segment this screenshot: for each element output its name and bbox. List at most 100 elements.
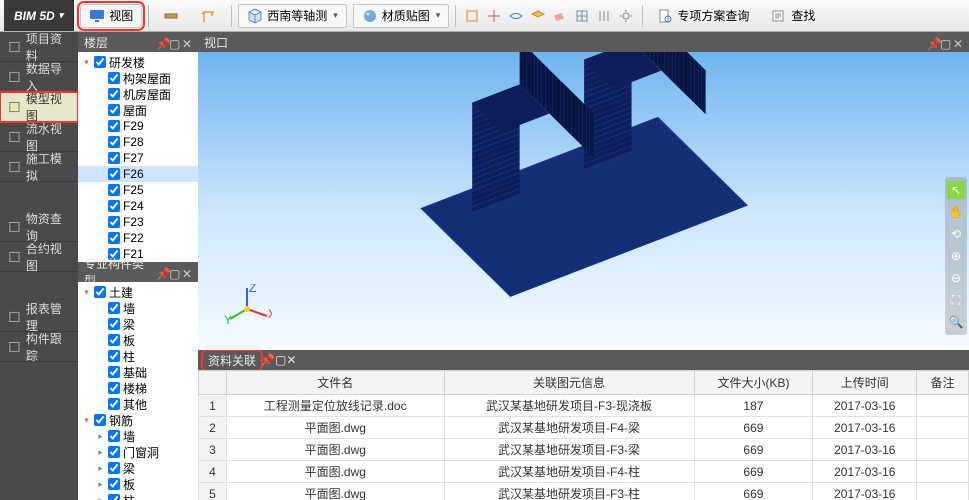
- tree-checkbox[interactable]: [108, 366, 120, 378]
- tree-row[interactable]: 楼梯: [78, 380, 198, 396]
- comp-tree[interactable]: ▾土建墙梁板柱基础楼梯其他▾钢筋▸墙▸门窗洞▸梁▸板▸柱▸基础: [78, 282, 198, 500]
- sidebar-item-contract-view[interactable]: 合约视图: [0, 242, 78, 272]
- twisty-icon[interactable]: ▸: [96, 447, 105, 458]
- dock-icon[interactable]: ▢: [940, 37, 950, 47]
- tree-row[interactable]: 基础: [78, 364, 198, 380]
- tool-btn-7[interactable]: [594, 4, 614, 28]
- tree-row[interactable]: 板: [78, 332, 198, 348]
- tree-row[interactable]: 柱: [78, 348, 198, 364]
- sidebar-item-mat-query[interactable]: 物资查询: [0, 212, 78, 242]
- tree-row[interactable]: F27: [78, 150, 198, 166]
- pin-icon[interactable]: 📌: [260, 353, 275, 367]
- tree-checkbox[interactable]: [108, 72, 120, 84]
- spec-query-button[interactable]: 专项方案查询: [649, 4, 757, 28]
- sidebar-item-flow-view[interactable]: 流水视图: [0, 122, 78, 152]
- col-header[interactable]: 文件名: [227, 371, 445, 395]
- tree-checkbox[interactable]: [108, 168, 120, 180]
- tree-checkbox[interactable]: [108, 318, 120, 330]
- find-button[interactable]: 查找: [763, 4, 823, 28]
- tree-checkbox[interactable]: [108, 494, 120, 500]
- crane-button[interactable]: [193, 4, 225, 28]
- table-row[interactable]: 1工程测量定位放线记录.doc武汉某基地研发项目-F3-现浇板1872017-0…: [199, 395, 969, 417]
- twisty-icon[interactable]: ▾: [82, 287, 91, 298]
- sidebar-item-model-view[interactable]: 模型视图: [0, 92, 78, 122]
- col-header[interactable]: 备注: [917, 371, 969, 395]
- tree-checkbox[interactable]: [108, 120, 120, 132]
- tree-row[interactable]: F26: [78, 166, 198, 182]
- tree-row[interactable]: ▾钢筋: [78, 412, 198, 428]
- orbit-tool[interactable]: ⟲: [947, 225, 965, 243]
- pin-icon[interactable]: 📌: [927, 37, 937, 47]
- material-map-dropdown[interactable]: 材质贴图 ▾: [353, 4, 450, 28]
- tree-row[interactable]: F22: [78, 230, 198, 246]
- sidebar-item-const-sim[interactable]: 施工模拟: [0, 152, 78, 182]
- tree-row[interactable]: 构架屋面: [78, 70, 198, 86]
- tree-checkbox[interactable]: [108, 382, 120, 394]
- tree-checkbox[interactable]: [108, 478, 120, 490]
- zoom-in-tool[interactable]: ⊕: [947, 247, 965, 265]
- tree-row[interactable]: 机房屋面: [78, 86, 198, 102]
- tree-checkbox[interactable]: [108, 152, 120, 164]
- close-icon[interactable]: ✕: [182, 37, 192, 47]
- sidebar-item-project-data[interactable]: 项目资料: [0, 32, 78, 62]
- viewport-3d[interactable]: X Y Z ↖ ✋ ⟲ ⊕ ⊖ ⛶ 🔍: [198, 52, 969, 350]
- tree-row[interactable]: ▸板: [78, 476, 198, 492]
- app-brand[interactable]: BIM 5D ▾: [4, 0, 74, 31]
- sidebar-item-comp-track[interactable]: 构件跟踪: [0, 332, 78, 362]
- tree-row[interactable]: F25: [78, 182, 198, 198]
- col-header[interactable]: 文件大小(KB): [694, 371, 813, 395]
- tree-row[interactable]: ▸柱: [78, 492, 198, 500]
- twisty-icon[interactable]: ▾: [82, 57, 91, 68]
- tree-row[interactable]: ▸门窗洞: [78, 444, 198, 460]
- tool-btn-6[interactable]: [572, 4, 592, 28]
- zoom-window-tool[interactable]: 🔍: [947, 313, 965, 331]
- tree-row[interactable]: ▾土建: [78, 284, 198, 300]
- floors-tree[interactable]: ▾研发楼构架屋面机房屋面屋面F29F28F27F26F25F24F23F22F2…: [78, 52, 198, 262]
- tree-checkbox[interactable]: [108, 184, 120, 196]
- dock-icon[interactable]: ▢: [169, 267, 179, 277]
- col-header[interactable]: 关联图元信息: [444, 371, 694, 395]
- tree-checkbox[interactable]: [108, 216, 120, 228]
- col-header[interactable]: 上传时间: [813, 371, 917, 395]
- tree-checkbox[interactable]: [108, 398, 120, 410]
- fit-tool[interactable]: ⛶: [947, 291, 965, 309]
- tree-checkbox[interactable]: [108, 462, 120, 474]
- dock-icon[interactable]: ▢: [169, 37, 179, 47]
- pin-icon[interactable]: 📌: [156, 37, 166, 47]
- pin-icon[interactable]: 📌: [156, 267, 166, 277]
- sidebar-item-data-import[interactable]: 数据导入: [0, 62, 78, 92]
- table-row[interactable]: 5平面图.dwg武汉某基地研发项目-F3-柱6692017-03-16: [199, 483, 969, 500]
- tree-checkbox[interactable]: [94, 56, 106, 68]
- tree-row[interactable]: F29: [78, 118, 198, 134]
- tree-checkbox[interactable]: [108, 446, 120, 458]
- tool-btn-1[interactable]: [462, 4, 482, 28]
- view-button[interactable]: 视图: [80, 4, 142, 28]
- tree-row[interactable]: 梁: [78, 316, 198, 332]
- tree-checkbox[interactable]: [108, 334, 120, 346]
- tree-checkbox[interactable]: [108, 350, 120, 362]
- table-row[interactable]: 4平面图.dwg武汉某基地研发项目-F4-柱6692017-03-16: [199, 461, 969, 483]
- tree-row[interactable]: F28: [78, 134, 198, 150]
- sidebar-item-report-mgmt[interactable]: 报表管理: [0, 302, 78, 332]
- tool-btn-5[interactable]: [550, 4, 570, 28]
- zoom-out-tool[interactable]: ⊖: [947, 269, 965, 287]
- tree-row[interactable]: 墙: [78, 300, 198, 316]
- tree-row[interactable]: ▸墙: [78, 428, 198, 444]
- close-icon[interactable]: ✕: [182, 267, 192, 277]
- tool-btn-3[interactable]: [506, 4, 526, 28]
- tree-checkbox[interactable]: [108, 200, 120, 212]
- view-direction-dropdown[interactable]: 西南等轴测 ▾: [238, 4, 347, 28]
- twisty-icon[interactable]: ▸: [96, 479, 105, 490]
- measure-button[interactable]: [155, 4, 187, 28]
- tool-btn-4[interactable]: [528, 4, 548, 28]
- tree-row[interactable]: ▸梁: [78, 460, 198, 476]
- twisty-icon[interactable]: ▸: [96, 431, 105, 442]
- tree-checkbox[interactable]: [108, 104, 120, 116]
- tree-row[interactable]: F23: [78, 214, 198, 230]
- tree-checkbox[interactable]: [108, 136, 120, 148]
- dock-icon[interactable]: ▢: [275, 353, 286, 367]
- tool-btn-2[interactable]: [484, 4, 504, 28]
- tree-row[interactable]: 其他: [78, 396, 198, 412]
- tree-checkbox[interactable]: [94, 286, 106, 298]
- twisty-icon[interactable]: ▾: [82, 415, 91, 426]
